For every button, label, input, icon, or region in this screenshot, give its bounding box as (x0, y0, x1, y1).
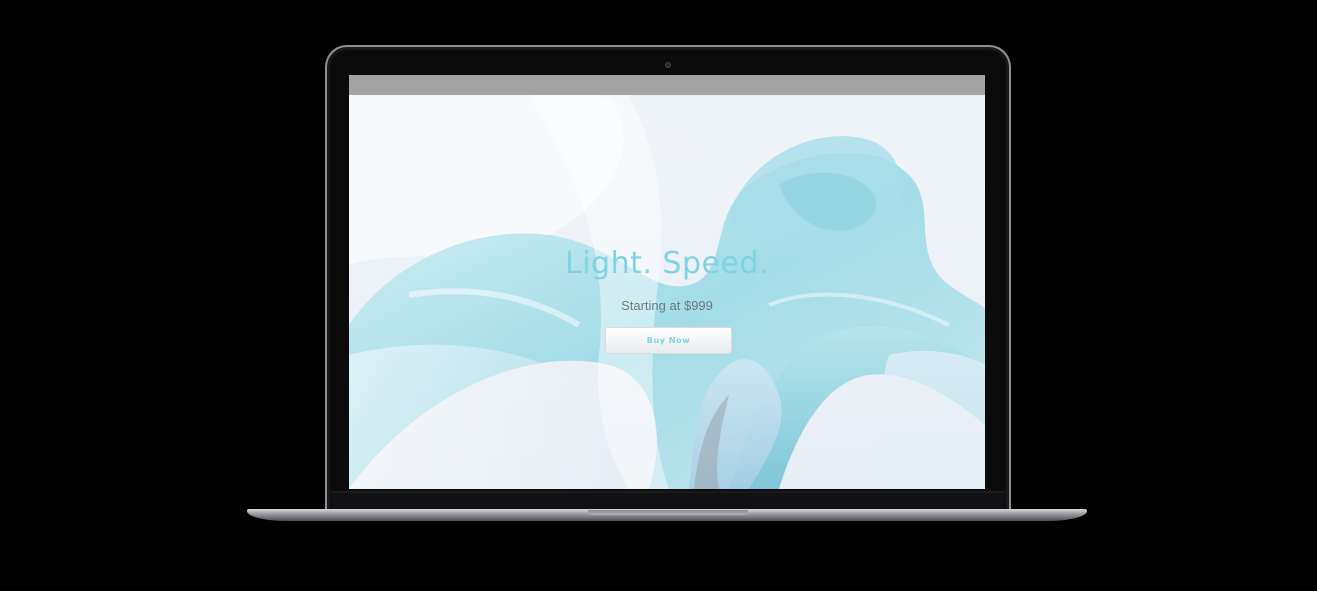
laptop-mockup-stage: Light. Speed. Starting at $999 Buy Now (0, 0, 1317, 591)
hero-subtitle-price: Starting at $999 (621, 298, 713, 313)
camera-icon (665, 62, 671, 68)
browser-top-bar (349, 75, 985, 95)
laptop-screen: Light. Speed. Starting at $999 Buy Now (349, 75, 985, 489)
hero-title: Light. Speed. (564, 246, 770, 281)
buy-now-button[interactable]: Buy Now (605, 327, 732, 354)
laptop-bottom-bezel (331, 491, 1005, 511)
silk-background-image (349, 95, 985, 489)
laptop-opening-notch (588, 510, 748, 515)
hero-section: Light. Speed. Starting at $999 Buy Now (349, 95, 985, 489)
